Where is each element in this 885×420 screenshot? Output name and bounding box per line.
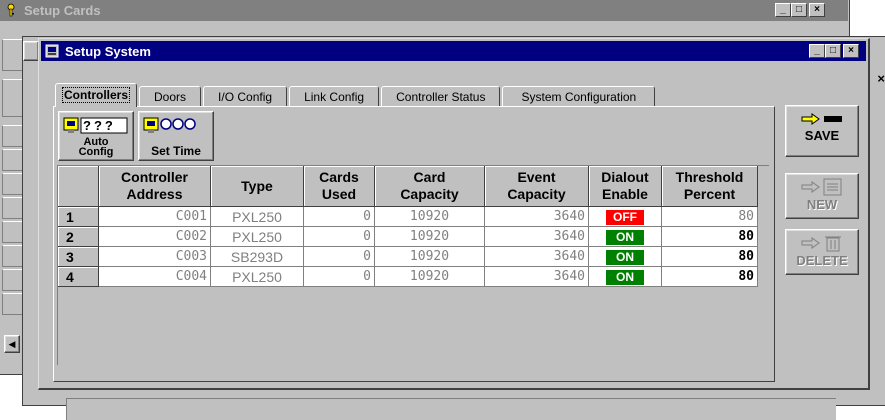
cell-dialout[interactable]: ON bbox=[588, 246, 662, 267]
cell-cards-used[interactable]: 0 bbox=[303, 206, 375, 227]
auto-config-label: Auto Config bbox=[78, 136, 114, 158]
back-minimize-button[interactable]: _ bbox=[775, 3, 791, 17]
back-maximize-button[interactable]: □ bbox=[791, 3, 807, 17]
middle-close-icon[interactable]: × bbox=[877, 71, 885, 86]
cell-dialout[interactable]: ON bbox=[588, 226, 662, 247]
col-header-card-capacity[interactable]: Card Capacity bbox=[374, 166, 485, 207]
delete-label: DELETE bbox=[796, 253, 848, 268]
row-number[interactable]: 3 bbox=[58, 246, 99, 267]
cell-address[interactable]: C004 bbox=[98, 266, 211, 287]
cell-address[interactable]: C002 bbox=[98, 226, 211, 247]
key-icon bbox=[7, 3, 15, 17]
cell-type[interactable]: PXL250 bbox=[210, 266, 304, 287]
auto-config-button[interactable]: ??? Auto Config bbox=[58, 111, 134, 161]
tab-controller-status[interactable]: Controller Status bbox=[381, 86, 501, 107]
tab-controllers[interactable]: Controllers bbox=[55, 83, 138, 107]
cell-event-capacity[interactable]: 3640 bbox=[484, 206, 589, 227]
delete-button[interactable]: DELETE bbox=[785, 229, 859, 275]
setup-system-titlebar[interactable]: Setup System _ □ × bbox=[41, 41, 866, 61]
close-button[interactable]: × bbox=[843, 44, 859, 58]
new-label: NEW bbox=[806, 197, 838, 212]
table-row[interactable]: 2 C002 PXL250 0 10920 3640 ON 80 bbox=[58, 226, 758, 247]
col-header-address[interactable]: Controller Address bbox=[98, 166, 211, 207]
row-number[interactable]: 1 bbox=[58, 206, 99, 227]
dialout-on-badge[interactable]: ON bbox=[606, 230, 644, 245]
controllers-panel: ??? Auto Config Set Time Controller Addr… bbox=[53, 106, 775, 382]
col-header-type[interactable]: Type bbox=[210, 166, 304, 207]
cell-card-capacity[interactable]: 10920 bbox=[374, 206, 485, 227]
save-button[interactable]: SAVE bbox=[785, 105, 859, 157]
col-header-threshold-percent[interactable]: Threshold Percent bbox=[661, 166, 758, 207]
cell-type[interactable]: PXL250 bbox=[210, 206, 304, 227]
cell-dialout[interactable]: OFF bbox=[588, 206, 662, 227]
tab-doors[interactable]: Doors bbox=[139, 86, 202, 107]
cell-event-capacity[interactable]: 3640 bbox=[484, 246, 589, 267]
cell-event-capacity[interactable]: 3640 bbox=[484, 266, 589, 287]
middle-window-icon-stub bbox=[23, 41, 39, 61]
cell-type[interactable]: SB293D bbox=[210, 246, 304, 267]
row-number[interactable]: 2 bbox=[58, 226, 99, 247]
cell-cards-used[interactable]: 0 bbox=[303, 266, 375, 287]
scroll-left-arrow-icon[interactable]: ◀ bbox=[4, 335, 20, 353]
stacked-window-bottom bbox=[66, 398, 836, 420]
cell-card-capacity[interactable]: 10920 bbox=[374, 266, 485, 287]
cell-threshold[interactable]: 80 bbox=[661, 226, 758, 247]
dialout-on-badge[interactable]: ON bbox=[606, 250, 644, 265]
set-time-button[interactable]: Set Time bbox=[138, 111, 214, 161]
auto-config-icon-text: ??? bbox=[83, 118, 116, 133]
tab-link-config[interactable]: Link Config bbox=[289, 86, 380, 107]
dialout-on-badge[interactable]: ON bbox=[606, 270, 644, 285]
col-header-event-capacity[interactable]: Event Capacity bbox=[484, 166, 589, 207]
col-header-dialout-enable[interactable]: Dialout Enable bbox=[588, 166, 662, 207]
cell-cards-used[interactable]: 0 bbox=[303, 246, 375, 267]
maximize-button[interactable]: □ bbox=[825, 44, 841, 58]
col-header-cards-used[interactable]: Cards Used bbox=[303, 166, 375, 207]
cell-card-capacity[interactable]: 10920 bbox=[374, 246, 485, 267]
table-row[interactable]: 3 C003 SB293D 0 10920 3640 ON 80 bbox=[58, 246, 758, 267]
cell-threshold[interactable]: 80 bbox=[661, 266, 758, 287]
table-row[interactable]: 1 C001 PXL250 0 10920 3640 OFF 80 bbox=[58, 206, 758, 227]
cell-event-capacity[interactable]: 3640 bbox=[484, 226, 589, 247]
row-number-header bbox=[58, 166, 99, 207]
tab-strip: Controllers Doors I/O Config Link Config… bbox=[55, 83, 657, 107]
tab-system-configuration[interactable]: System Configuration bbox=[502, 86, 656, 107]
controllers-grid: Controller Address Type Cards Used Card … bbox=[57, 165, 769, 365]
new-record-icon bbox=[801, 178, 842, 196]
dialout-off-badge[interactable]: OFF bbox=[606, 210, 644, 225]
cell-address[interactable]: C001 bbox=[98, 206, 211, 227]
setup-cards-titlebar[interactable]: Setup Cards _ □ × bbox=[0, 0, 848, 21]
cell-type[interactable]: PXL250 bbox=[210, 226, 304, 247]
window-app-icon bbox=[45, 44, 59, 58]
table-header-row: Controller Address Type Cards Used Card … bbox=[58, 166, 758, 207]
cell-threshold[interactable]: 80 bbox=[661, 246, 758, 267]
set-time-label: Set Time bbox=[151, 144, 201, 158]
row-number[interactable]: 4 bbox=[58, 266, 99, 287]
cell-address[interactable]: C003 bbox=[98, 246, 211, 267]
cell-cards-used[interactable]: 0 bbox=[303, 226, 375, 247]
table-row[interactable]: 4 C004 PXL250 0 10920 3640 ON 80 bbox=[58, 266, 758, 287]
setup-system-title: Setup System bbox=[65, 44, 151, 59]
back-close-button[interactable]: × bbox=[809, 3, 825, 17]
new-button[interactable]: NEW bbox=[785, 173, 859, 219]
cell-threshold[interactable]: 80 bbox=[661, 206, 758, 227]
cell-card-capacity[interactable]: 10920 bbox=[374, 226, 485, 247]
setup-cards-title: Setup Cards bbox=[24, 3, 101, 18]
trash-icon bbox=[801, 236, 841, 252]
controllers-table: Controller Address Type Cards Used Card … bbox=[58, 166, 758, 287]
cell-dialout[interactable]: ON bbox=[588, 266, 662, 287]
save-label: SAVE bbox=[804, 128, 840, 143]
tab-io-config[interactable]: I/O Config bbox=[203, 86, 288, 107]
setup-system-window: Setup System _ □ × Controllers Doors I/O… bbox=[38, 38, 870, 390]
save-arrow-icon bbox=[801, 113, 842, 125]
clock-icon bbox=[143, 117, 196, 133]
minimize-button[interactable]: _ bbox=[809, 44, 825, 58]
